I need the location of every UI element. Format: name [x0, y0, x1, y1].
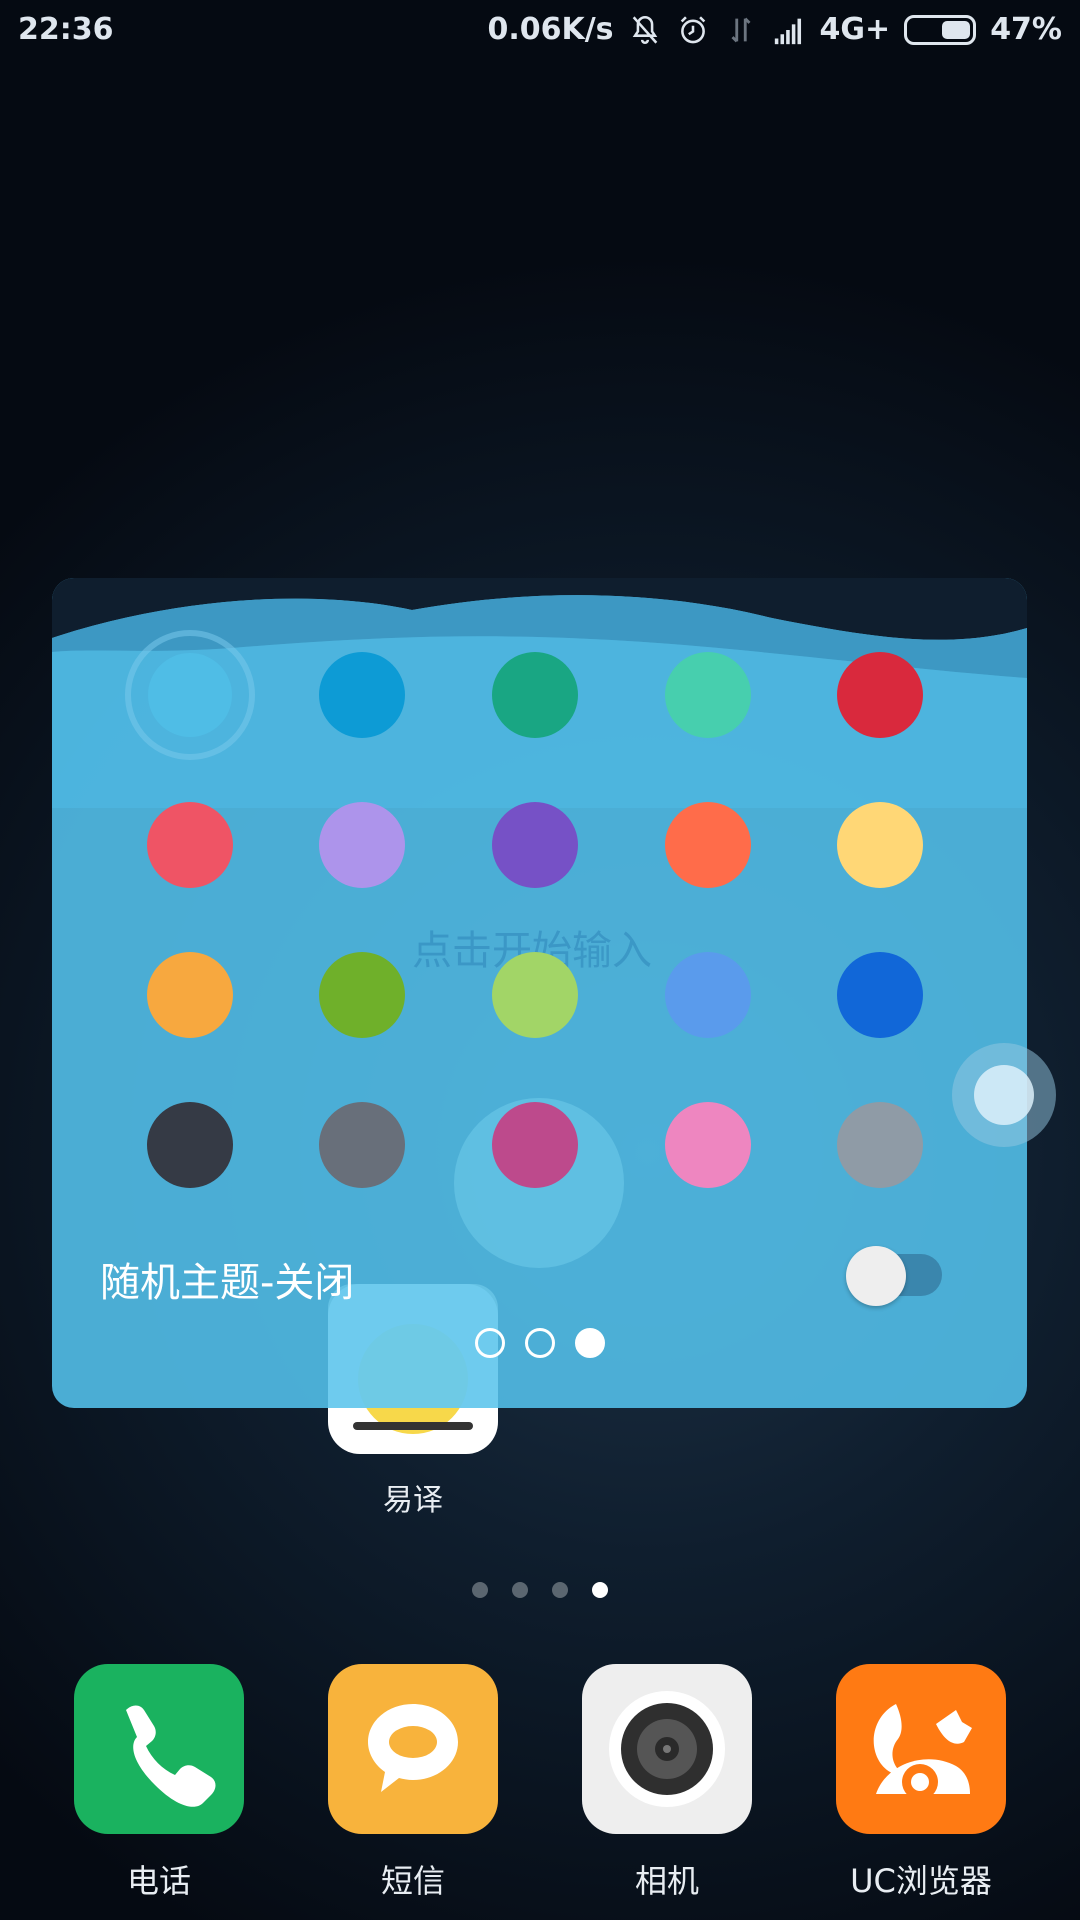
- color-swatch[interactable]: [665, 1102, 751, 1188]
- home-page-indicator: [0, 1582, 1080, 1598]
- network-type: 4G+: [819, 12, 891, 47]
- dock-item-messages[interactable]: 短信: [328, 1664, 498, 1902]
- color-swatch[interactable]: [147, 802, 233, 888]
- floating-button-core: [974, 1065, 1034, 1125]
- color-swatch[interactable]: [665, 802, 751, 888]
- color-swatch[interactable]: [665, 652, 751, 738]
- status-time: 22:36: [18, 12, 114, 47]
- color-swatch[interactable]: [665, 952, 751, 1038]
- dock-label-messages: 短信: [380, 1862, 445, 1900]
- theme-color-panel: 点击开始输入 随机主题-关闭: [52, 578, 1027, 1408]
- color-swatch[interactable]: [837, 1102, 923, 1188]
- color-swatch[interactable]: [837, 952, 923, 1038]
- color-swatch[interactable]: [492, 652, 578, 738]
- dock-item-camera[interactable]: 相机: [582, 1664, 752, 1902]
- color-swatch-selected[interactable]: [125, 630, 255, 760]
- home-page-dot[interactable]: [552, 1582, 568, 1598]
- dock-label-phone: 电话: [126, 1862, 191, 1900]
- phone-icon[interactable]: [74, 1664, 244, 1834]
- random-theme-toggle[interactable]: [846, 1246, 942, 1306]
- color-swatch[interactable]: [319, 1102, 405, 1188]
- toggle-knob: [846, 1246, 906, 1306]
- color-swatch[interactable]: [492, 1102, 578, 1188]
- color-swatch[interactable]: [319, 952, 405, 1038]
- color-swatch[interactable]: [147, 952, 233, 1038]
- dock-item-phone[interactable]: 电话: [74, 1664, 244, 1902]
- data-transfer-icon: [731, 17, 751, 42]
- random-theme-label: 随机主题-关闭: [100, 1260, 355, 1306]
- dock-item-uc-browser[interactable]: UC浏览器: [836, 1664, 1006, 1902]
- uc-squirrel-icon[interactable]: [836, 1664, 1006, 1834]
- message-icon[interactable]: [328, 1664, 498, 1834]
- home-page-dot[interactable]: [512, 1582, 528, 1598]
- camera-icon[interactable]: [582, 1664, 752, 1834]
- color-swatch[interactable]: [837, 652, 923, 738]
- color-swatch[interactable]: [492, 952, 578, 1038]
- alarm-icon: [680, 15, 705, 43]
- panel-page-dot[interactable]: [574, 1328, 605, 1358]
- battery-icon: [904, 14, 977, 45]
- color-swatch[interactable]: [492, 802, 578, 888]
- panel-page-dot[interactable]: [474, 1328, 505, 1358]
- color-swatch[interactable]: [837, 802, 923, 888]
- sticker-base: [353, 1422, 473, 1430]
- floating-assist-button[interactable]: [952, 1043, 1056, 1147]
- color-swatch[interactable]: [147, 1102, 233, 1188]
- signal-icon: [774, 18, 801, 44]
- panel-page-indicator: [52, 1328, 1027, 1358]
- mute-icon: [632, 15, 657, 44]
- net-speed: 0.06K/s: [487, 12, 614, 47]
- yiyi-app-label: 易译: [383, 1483, 443, 1518]
- status-icons: 0.06K/s 4G+ 47%: [487, 12, 1062, 47]
- home-page-dot[interactable]: [592, 1582, 608, 1598]
- home-page-dot[interactable]: [472, 1582, 488, 1598]
- battery-level: [942, 20, 971, 39]
- color-swatch[interactable]: [319, 802, 405, 888]
- dock-label-uc-browser: UC浏览器: [850, 1862, 992, 1900]
- dock: 电话 短信 相机 UC浏览器: [0, 1664, 1080, 1920]
- battery-percent: 47%: [990, 12, 1062, 47]
- dock-label-camera: 相机: [634, 1862, 699, 1900]
- status-bar: 22:36 0.06K/s 4G+ 47%: [0, 0, 1080, 60]
- panel-page-dot[interactable]: [524, 1328, 555, 1358]
- color-swatch-fill: [148, 653, 232, 737]
- color-swatch[interactable]: [319, 652, 405, 738]
